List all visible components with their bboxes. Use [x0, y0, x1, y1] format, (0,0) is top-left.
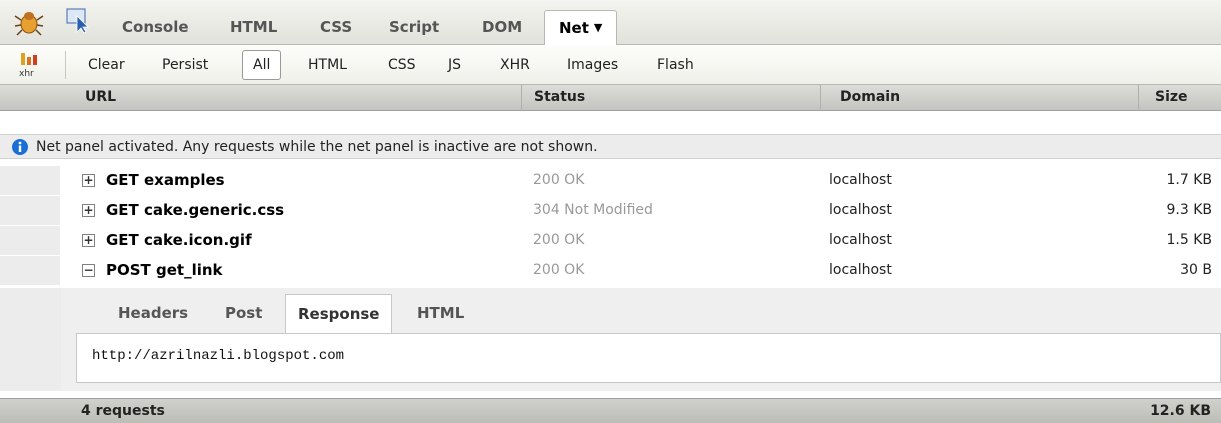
- filter-xhr-button[interactable]: XHR: [500, 57, 530, 73]
- main-toolbar: Console HTML CSS Script DOM Net ▼: [0, 0, 1221, 46]
- column-url[interactable]: URL: [85, 85, 515, 111]
- request-url[interactable]: POST get_link: [106, 261, 223, 279]
- xhr-icon[interactable]: xhr: [18, 52, 42, 78]
- request-domain: localhost: [829, 232, 892, 248]
- expand-icon[interactable]: +: [82, 174, 95, 187]
- request-row-expanded[interactable]: − POST get_link 200 OK localhost 30 B: [0, 256, 1221, 285]
- tab-detail-html[interactable]: HTML: [417, 304, 464, 322]
- request-status: 200 OK: [533, 172, 585, 188]
- tab-net-label: Net: [559, 19, 589, 37]
- request-row[interactable]: + GET cake.generic.css 304 Not Modified …: [0, 196, 1221, 225]
- clear-button[interactable]: Clear: [88, 57, 125, 73]
- request-size: 9.3 KB: [1166, 202, 1213, 218]
- request-domain: localhost: [829, 262, 892, 278]
- xhr-icon-label: xhr: [19, 69, 34, 78]
- filter-flash-button[interactable]: Flash: [657, 57, 694, 73]
- filter-images-button[interactable]: Images: [567, 57, 618, 73]
- expand-icon[interactable]: +: [82, 234, 95, 247]
- row-gutter: [0, 256, 60, 285]
- collapse-icon[interactable]: −: [82, 264, 95, 277]
- request-size: 30 B: [1180, 262, 1212, 278]
- row-gutter: [0, 166, 60, 195]
- tab-headers[interactable]: Headers: [118, 304, 188, 322]
- firebug-icon[interactable]: [14, 8, 44, 36]
- request-status: 200 OK: [533, 262, 585, 278]
- filter-all-button[interactable]: All: [242, 50, 282, 80]
- request-domain: localhost: [829, 172, 892, 188]
- tab-net[interactable]: Net ▼: [544, 10, 618, 46]
- column-header: URL Status Domain Size: [0, 85, 1221, 111]
- request-url[interactable]: GET cake.icon.gif: [106, 231, 252, 249]
- request-url[interactable]: GET examples: [106, 171, 225, 189]
- request-url[interactable]: GET cake.generic.css: [106, 201, 284, 219]
- column-status[interactable]: Status: [521, 85, 821, 111]
- info-icon: [12, 139, 28, 155]
- info-message: Net panel activated. Any requests while …: [36, 139, 598, 155]
- column-domain[interactable]: Domain: [820, 85, 1140, 111]
- persist-button[interactable]: Persist: [162, 57, 208, 73]
- expand-icon[interactable]: +: [82, 204, 95, 217]
- request-size: 1.5 KB: [1166, 232, 1213, 248]
- filter-bar: xhr Clear Persist All HTML CSS JS XHR Im…: [0, 45, 1221, 85]
- request-status: 304 Not Modified: [533, 202, 653, 218]
- dropdown-caret-icon[interactable]: ▼: [594, 21, 602, 34]
- summary-footer: 4 requests 12.6 KB: [0, 398, 1221, 423]
- response-body: http://azrilnazli.blogspot.com: [76, 333, 1221, 383]
- row-gutter: [0, 226, 60, 255]
- filter-js-button[interactable]: JS: [448, 57, 461, 73]
- tab-console[interactable]: Console: [122, 18, 189, 36]
- tab-css[interactable]: CSS: [320, 18, 352, 36]
- row-gutter: [0, 196, 60, 225]
- toolbar-divider: [65, 51, 66, 79]
- filter-html-button[interactable]: HTML: [308, 57, 347, 73]
- filter-css-button[interactable]: CSS: [388, 57, 416, 73]
- tab-script[interactable]: Script: [389, 18, 439, 36]
- request-domain: localhost: [829, 202, 892, 218]
- tab-response[interactable]: Response: [285, 294, 393, 334]
- total-size: 12.6 KB: [1150, 403, 1211, 419]
- tab-post[interactable]: Post: [225, 304, 262, 322]
- request-detail-panel: Headers Post Response HTML http://azriln…: [61, 288, 1221, 391]
- inspect-icon[interactable]: [66, 8, 92, 34]
- response-text: http://azrilnazli.blogspot.com: [92, 348, 345, 364]
- tab-dom[interactable]: DOM: [482, 18, 522, 36]
- info-banner: Net panel activated. Any requests while …: [0, 134, 1221, 159]
- request-status: 200 OK: [533, 232, 585, 248]
- request-row[interactable]: + GET examples 200 OK localhost 1.7 KB: [0, 166, 1221, 195]
- request-count: 4 requests: [81, 403, 165, 419]
- detail-gutter: [0, 288, 61, 391]
- request-size: 1.7 KB: [1166, 172, 1213, 188]
- column-size[interactable]: Size: [1138, 85, 1221, 111]
- tab-html[interactable]: HTML: [230, 18, 277, 36]
- request-row[interactable]: + GET cake.icon.gif 200 OK localhost 1.5…: [0, 226, 1221, 255]
